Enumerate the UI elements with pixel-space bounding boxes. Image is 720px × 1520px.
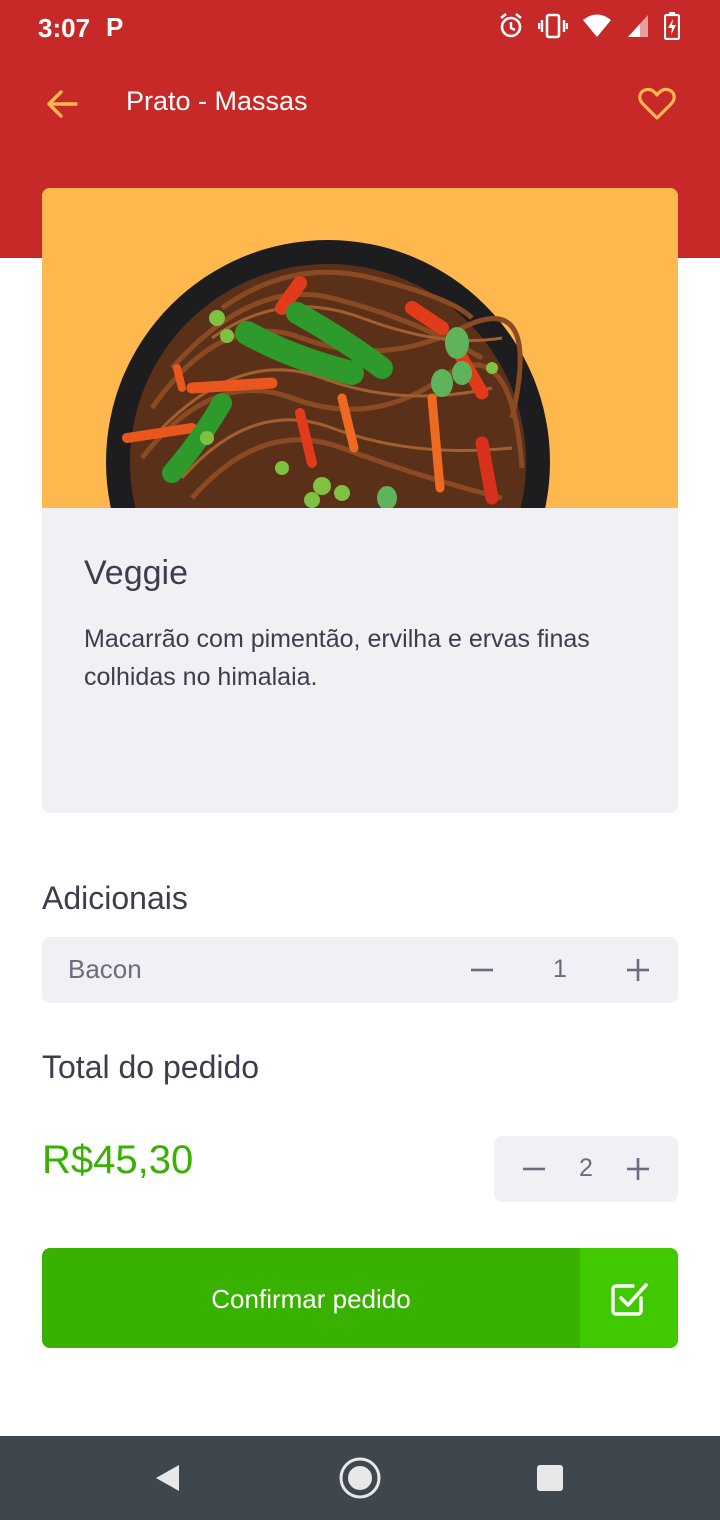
- order-quantity-stepper: 2: [494, 1136, 678, 1202]
- nav-recents-button[interactable]: [526, 1456, 574, 1500]
- back-button[interactable]: [40, 84, 84, 124]
- order-increment-button[interactable]: [618, 1149, 658, 1189]
- back-triangle-icon: [156, 1465, 179, 1491]
- plus-icon: [627, 959, 649, 981]
- extra-item-bacon: Bacon 1: [42, 937, 678, 1003]
- status-bar: 3:07 P: [0, 0, 720, 56]
- minus-icon: [471, 968, 493, 972]
- arrow-left-icon: [47, 90, 78, 118]
- check-square-icon: [611, 1283, 648, 1316]
- extra-decrement-button[interactable]: [462, 950, 502, 990]
- extra-increment-button[interactable]: [618, 950, 658, 990]
- notification-p-icon: P: [106, 12, 124, 42]
- product-image: [42, 188, 678, 508]
- pasta-bowl-image: [106, 240, 550, 508]
- heart-outline-icon: [638, 87, 676, 120]
- recents-square-icon: [537, 1465, 563, 1491]
- confirm-order-button[interactable]: Confirmar pedido: [42, 1248, 678, 1348]
- total-price: R$45,30: [42, 1138, 194, 1182]
- page-title: Prato - Massas: [126, 86, 308, 116]
- plus-icon: [627, 1158, 649, 1180]
- extra-item-name: Bacon: [68, 954, 142, 984]
- system-nav-bar: [0, 1436, 720, 1520]
- battery-charging-icon: [664, 12, 680, 40]
- confirm-icon-box: [580, 1248, 678, 1348]
- signal-icon: [628, 15, 648, 37]
- status-time: 3:07: [38, 13, 91, 43]
- product-description: Macarrão com pimentão, ervilha e ervas f…: [84, 625, 590, 691]
- favorite-button[interactable]: [634, 82, 680, 126]
- confirm-order-label: Confirmar pedido: [211, 1284, 411, 1314]
- product-card: Veggie Macarrão com pimentão, ervilha e …: [42, 188, 678, 813]
- total-title: Total do pedido: [42, 1049, 260, 1085]
- wifi-icon: [583, 14, 611, 37]
- extras-title: Adicionais: [42, 880, 188, 916]
- nav-back-button[interactable]: [143, 1456, 191, 1500]
- alarm-icon: [500, 12, 522, 38]
- minus-icon: [523, 1167, 545, 1171]
- nav-home-button[interactable]: [336, 1456, 384, 1500]
- status-icons: [498, 12, 680, 40]
- home-circle-icon: [339, 1457, 381, 1499]
- vibrate-icon: [538, 13, 568, 39]
- extra-quantity: 1: [553, 955, 567, 983]
- order-decrement-button[interactable]: [514, 1149, 554, 1189]
- order-quantity: 2: [579, 1154, 593, 1182]
- app-bar: Prato - Massas: [0, 66, 720, 138]
- product-name: Veggie: [84, 554, 188, 592]
